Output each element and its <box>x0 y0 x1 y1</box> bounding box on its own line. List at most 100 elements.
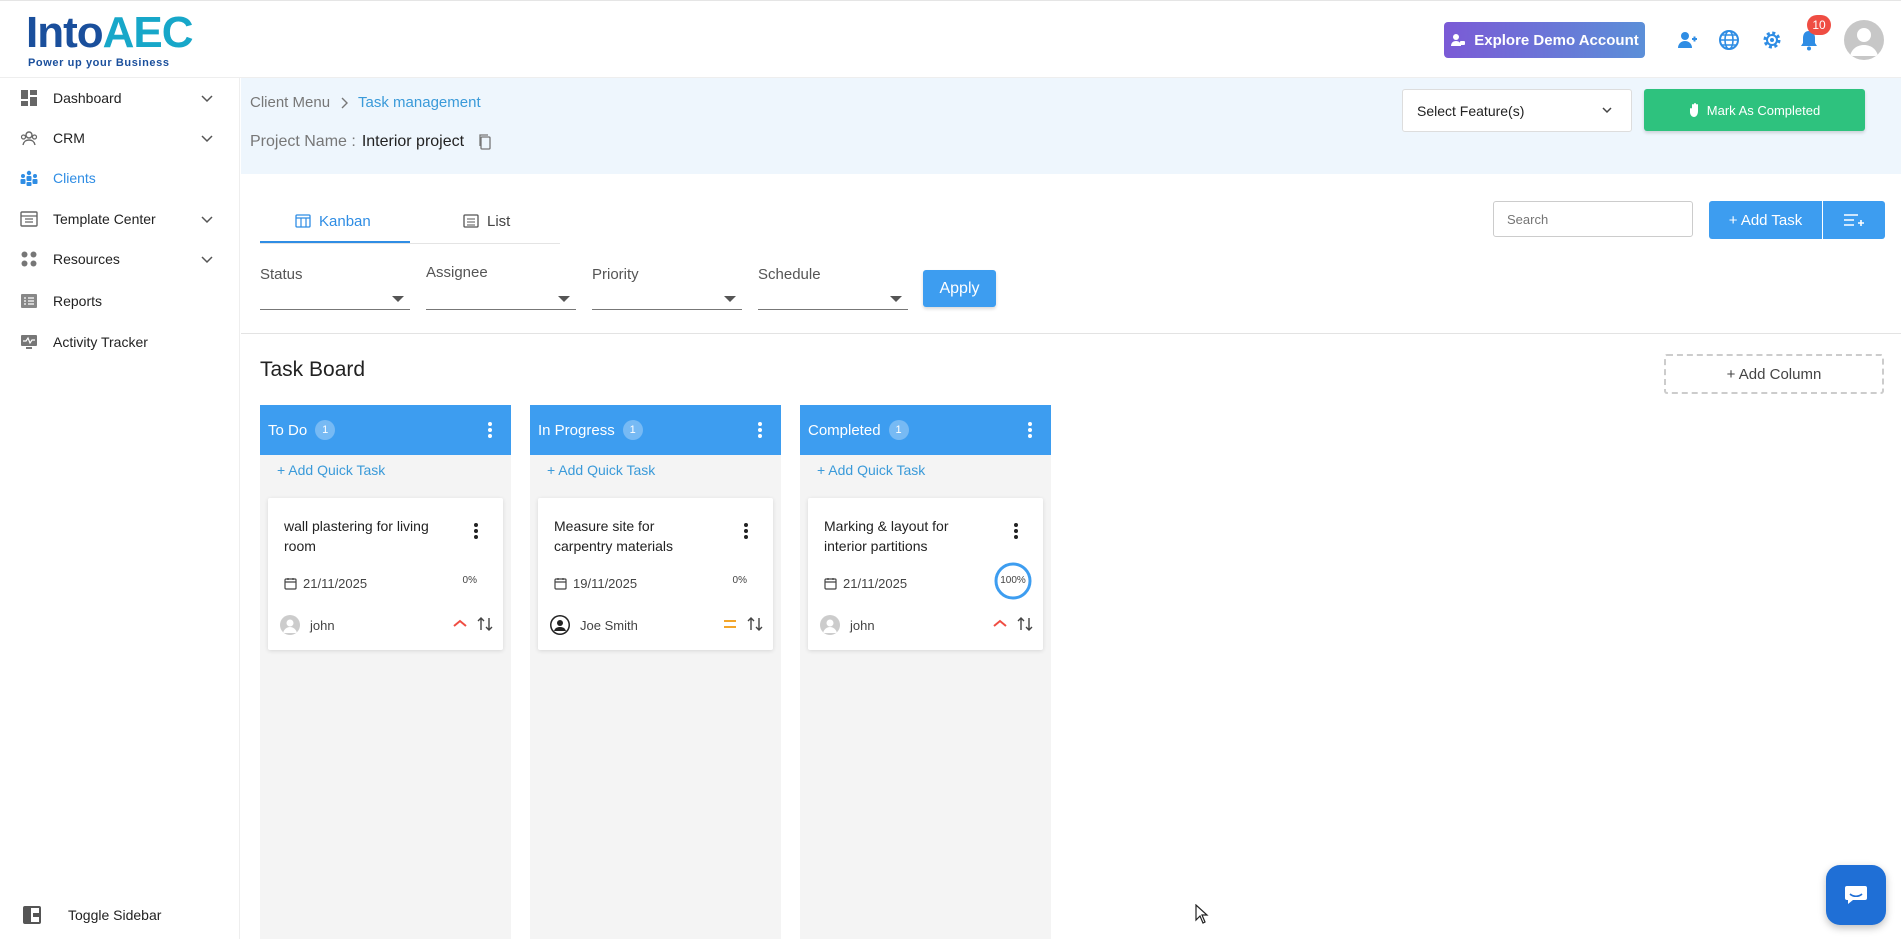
board-title: Task Board <box>260 358 366 381</box>
more-vertical-icon[interactable] <box>487 421 493 439</box>
column-title: In Progress <box>538 421 615 439</box>
task-assignee: john <box>280 615 335 635</box>
user-icon <box>1850 28 1878 56</box>
column-header: To Do 1 <box>260 405 511 455</box>
chevron-down-icon[interactable] <box>200 252 214 266</box>
options-menu-button[interactable] <box>1823 201 1885 239</box>
gear-icon[interactable] <box>1760 28 1784 52</box>
activity-icon <box>21 335 37 349</box>
sort-icon[interactable] <box>1017 617 1033 631</box>
sidebar-item-resources[interactable]: Resources <box>0 241 240 277</box>
sidebar-label: Clients <box>53 170 96 186</box>
more-vertical-icon[interactable] <box>743 522 749 540</box>
task-card[interactable]: Marking & layout for interior partitions… <box>808 498 1043 650</box>
user-icon <box>283 619 297 633</box>
crm-icon <box>20 131 38 146</box>
more-vertical-icon[interactable] <box>473 522 479 540</box>
task-title: Measure site for carpentry materials <box>554 518 674 554</box>
apply-button[interactable]: Apply <box>923 270 996 307</box>
add-task-button[interactable]: + Add Task <box>1709 201 1822 239</box>
user-avatar[interactable] <box>1844 20 1884 60</box>
view-tabs: Kanban List <box>260 198 560 244</box>
task-date: 21/11/2025 <box>284 576 367 591</box>
add-quick-task-link[interactable]: + Add Quick Task <box>817 462 925 478</box>
more-vertical-icon[interactable] <box>757 421 763 439</box>
dropdown-arrow-icon <box>558 296 570 302</box>
template-icon <box>20 211 38 227</box>
sidebar-item-crm[interactable]: CRM <box>0 120 240 156</box>
assignee-avatar <box>280 615 300 635</box>
user-icon <box>551 616 569 634</box>
chat-icon <box>1845 886 1867 904</box>
breadcrumb-current: Task management <box>358 94 481 111</box>
sort-icon[interactable] <box>747 617 763 631</box>
sidebar-item-template-center[interactable]: Template Center <box>0 201 240 237</box>
calendar-icon <box>824 578 837 590</box>
sidebar-label: Activity Tracker <box>53 334 148 350</box>
sort-icon[interactable] <box>477 617 493 631</box>
priority-filter[interactable]: Priority <box>592 264 742 310</box>
more-vertical-icon[interactable] <box>1013 522 1019 540</box>
task-progress: 0% <box>462 575 477 586</box>
add-quick-task-link[interactable]: + Add Quick Task <box>547 462 655 478</box>
progress-ring: 100% <box>993 561 1033 601</box>
project-name: Project Name : Interior project <box>250 133 492 151</box>
copy-icon[interactable] <box>478 134 492 150</box>
mark-completed-button[interactable]: Mark As Completed <box>1644 89 1865 131</box>
task-date-value: 21/11/2025 <box>303 576 368 591</box>
project-label: Project Name : <box>250 133 356 150</box>
chat-launcher-button[interactable] <box>1826 865 1886 925</box>
kanban-icon <box>295 214 311 228</box>
calendar-icon <box>554 578 567 590</box>
explore-demo-button[interactable]: Explore Demo Account <box>1444 22 1645 58</box>
add-column-button[interactable]: + Add Column <box>1664 354 1884 394</box>
sidebar-label: Reports <box>53 293 103 309</box>
app-logo[interactable]: IntoAEC Power up your Business <box>26 9 194 70</box>
sidebar-item-reports[interactable]: Reports <box>0 283 240 319</box>
more-vertical-icon[interactable] <box>1027 421 1033 439</box>
filter-label: Priority <box>592 266 639 283</box>
filter-label: Schedule <box>758 266 821 283</box>
dashboard-icon <box>21 90 37 106</box>
reports-icon <box>21 294 37 308</box>
chevron-down-icon[interactable] <box>200 91 214 105</box>
column-count: 1 <box>315 420 336 440</box>
chevron-down-icon[interactable] <box>200 212 214 226</box>
tab-label: Kanban <box>319 212 371 230</box>
task-card[interactable]: wall plastering for living room 21/11/20… <box>268 498 503 650</box>
mark-completed-label: Mark As Completed <box>1706 102 1821 118</box>
globe-icon[interactable] <box>1717 28 1741 52</box>
sidebar-item-activity-tracker[interactable]: Activity Tracker <box>0 324 240 360</box>
search-input[interactable] <box>1493 201 1693 237</box>
column-title: Completed <box>808 421 881 439</box>
task-date: 19/11/2025 <box>554 576 637 591</box>
add-user-icon[interactable] <box>1675 28 1699 52</box>
column-header: Completed 1 <box>800 405 1051 455</box>
feature-select[interactable]: Select Feature(s) <box>1402 89 1632 132</box>
kanban-column-completed: Completed 1 + Add Quick Task Marking & l… <box>800 405 1051 939</box>
logo-accent: AEC <box>102 8 194 57</box>
notification-badge: 10 <box>1807 15 1831 35</box>
chevron-down-icon[interactable] <box>200 131 214 145</box>
sidebar-label: CRM <box>53 130 85 146</box>
sidebar: Dashboard CRM Clients Template Center Re… <box>0 78 240 939</box>
sidebar-item-dashboard[interactable]: Dashboard <box>0 80 240 116</box>
tab-list[interactable]: List <box>463 198 510 244</box>
status-filter[interactable]: Status <box>260 264 410 310</box>
task-progress: 100% <box>1000 575 1026 586</box>
breadcrumb-parent[interactable]: Client Menu <box>250 94 330 111</box>
task-assignee: john <box>820 615 875 635</box>
sidebar-item-clients[interactable]: Clients <box>0 160 240 196</box>
schedule-filter[interactable]: Schedule <box>758 264 908 310</box>
task-title: wall plastering for living room <box>284 518 429 554</box>
add-quick-task-link[interactable]: + Add Quick Task <box>277 462 385 478</box>
toggle-sidebar-button[interactable]: Toggle Sidebar <box>0 900 240 930</box>
assignee-avatar <box>550 615 570 635</box>
priority-medium-icon <box>724 620 736 628</box>
explore-demo-label: Explore Demo Account <box>1474 31 1639 49</box>
task-date-value: 19/11/2025 <box>573 576 638 591</box>
assignee-filter[interactable]: Assignee <box>426 264 576 310</box>
task-card[interactable]: Measure site for carpentry materials 19/… <box>538 498 773 650</box>
column-count: 1 <box>622 420 643 440</box>
tab-kanban[interactable]: Kanban <box>295 198 371 244</box>
